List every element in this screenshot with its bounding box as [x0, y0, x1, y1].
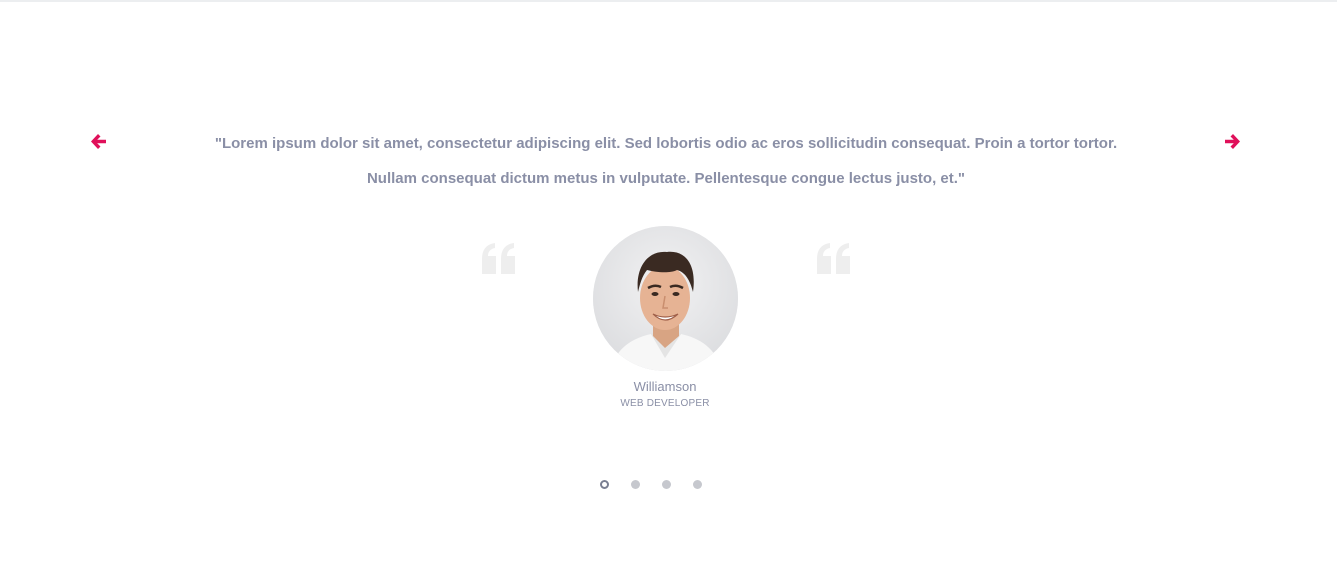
person-role: WEB DEVELOPER [620, 398, 710, 409]
pagination-dot-4[interactable] [693, 480, 702, 489]
quote-mark-icon [481, 243, 517, 275]
pagination-dots [598, 478, 702, 492]
testimonial-quote-line-2: Nullam consequat dictum metus in vulputa… [366, 170, 966, 187]
pagination-dot-3[interactable] [662, 480, 671, 489]
quote-mark-icon [816, 243, 852, 275]
testimonial-quote-line-1: "Lorem ipsum dolor sit amet, consectetur… [214, 135, 1118, 152]
arrow-right-icon [1225, 134, 1240, 149]
testimonial-slider: "Lorem ipsum dolor sit amet, consectetur… [0, 0, 1337, 563]
pagination-dot-2[interactable] [631, 480, 640, 489]
testimonial-quote: "Lorem ipsum dolor sit amet, consectetur… [160, 126, 1172, 196]
avatar [593, 226, 738, 371]
prev-arrow-button[interactable] [89, 132, 109, 152]
next-arrow-button[interactable] [1222, 132, 1242, 152]
person-photo [593, 226, 738, 371]
pagination-dot-1[interactable] [600, 480, 609, 489]
arrow-left-icon [91, 134, 106, 149]
person-name: Williamson [633, 379, 697, 394]
